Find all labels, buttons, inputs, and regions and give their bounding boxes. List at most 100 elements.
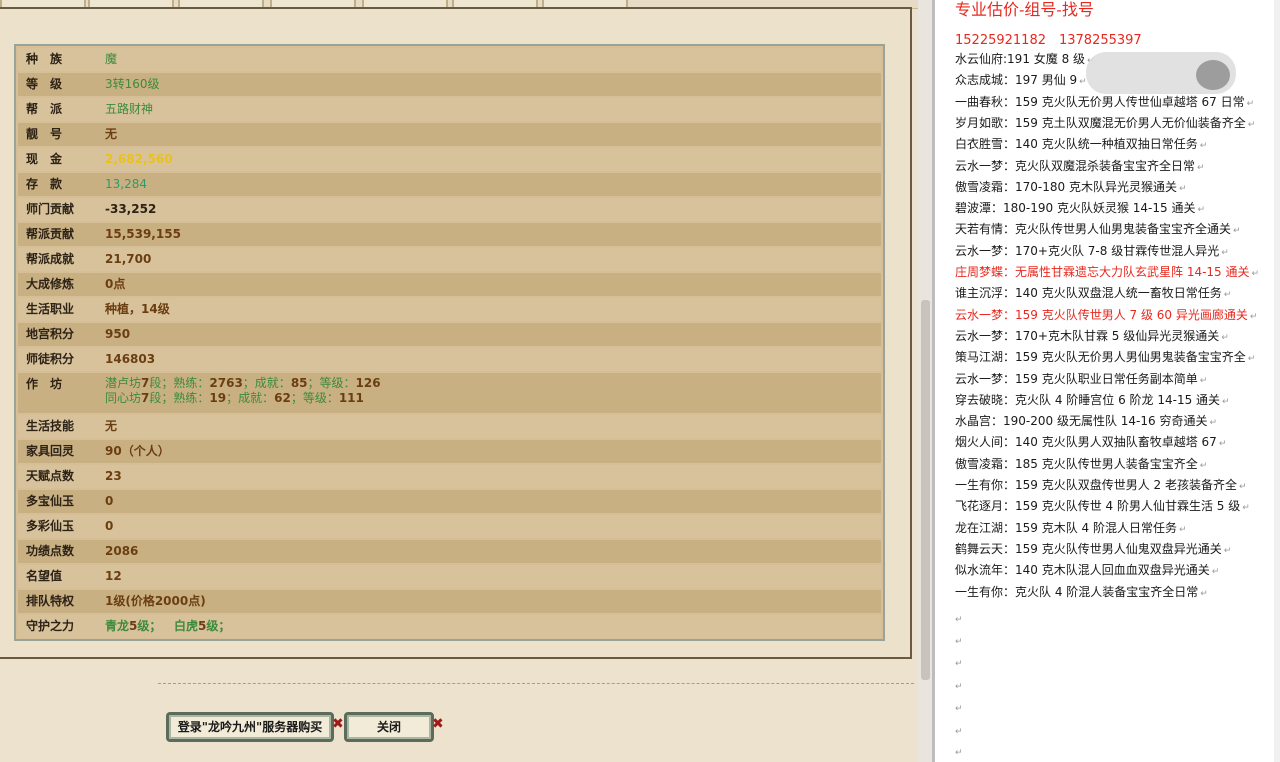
paragraph-mark-icon: ↵	[1211, 567, 1220, 578]
tab-stub[interactable]	[542, 0, 628, 7]
row-label: 守护之力	[26, 619, 75, 633]
doc-scrollbar[interactable]	[1274, 0, 1280, 762]
paragraph-mark-icon: ↵	[1242, 503, 1250, 514]
divider	[158, 683, 914, 684]
tab-stub[interactable]	[178, 0, 264, 7]
paragraph-mark-icon: ↵	[1221, 247, 1229, 258]
doc-line[interactable]: 一生有你：159 克火队双盘传世男人 2 老孩装备齐全 ↵	[955, 475, 1247, 496]
workshop-a: 62	[274, 391, 291, 405]
doc-line[interactable]: 庄周梦蝶：无属性甘霖遗忘大力队玄武星阵 14-15 通关 ↵	[955, 262, 1259, 283]
row-label: 作 坊	[26, 377, 63, 391]
workshop-name: 同心坊	[105, 391, 142, 405]
doc-line[interactable]: 云水一梦：克火队双魔混杀装备宝宝齐全日常 ↵	[955, 156, 1205, 177]
doc-line-text: 一曲春秋：159 克火队无价男人传世仙卓越塔 67 日常	[955, 94, 1245, 109]
row-label: 等 级	[26, 77, 63, 91]
row-value: 950	[105, 327, 131, 341]
paragraph-mark-icon: ↵	[1200, 588, 1208, 599]
doc-line-text: 似水流年：140 克木队混人回血血双盘异光通关	[955, 563, 1210, 578]
workshop-t1: 段；熟练：	[149, 376, 210, 390]
doc-phone-numbers: 15225921182 1378255397	[955, 33, 1142, 48]
doc-line-text: 飞花逐月：159 克火队传世 4 阶男人仙甘霖生活 5 级	[955, 499, 1241, 514]
table-row: 守护之力 青龙5级； 白虎5级；	[18, 615, 881, 638]
doc-line[interactable]: 谁主沉浮：140 克火队双盘混人统一畜牧日常任务 ↵	[955, 283, 1231, 304]
doc-line[interactable]: 一曲春秋：159 克火队无价男人传世仙卓越塔 67 日常 ↵	[955, 92, 1254, 113]
table-row: 排队特权 1级(价格2000点)	[18, 590, 881, 613]
row-label: 生活技能	[26, 419, 75, 433]
close-x-icon: ✖	[332, 716, 344, 732]
tab-stub[interactable]	[362, 0, 448, 7]
row-label: 存 款	[26, 177, 63, 191]
doc-line-text: 谁主沉浮：140 克火队双盘混人统一畜牧日常任务	[955, 286, 1222, 301]
row-label: 名望值	[26, 569, 63, 583]
doc-title: 专业估价-组号-找号	[955, 0, 1094, 19]
table-row: 帮 派 五路财神	[18, 98, 881, 121]
table-row: 师徒积分 146803	[18, 348, 881, 371]
paragraph-mark-icon: ↵	[1221, 332, 1229, 343]
row-value: 13,284	[105, 177, 147, 191]
login-server-purchase-button[interactable]: 登录"龙吟九州"服务器购买	[166, 712, 334, 742]
paragraph-mark-icon: ↵	[1079, 77, 1087, 88]
tab-stub[interactable]	[452, 0, 538, 7]
doc-line[interactable]: 一生有你：克火队 4 阶混人装备宝宝齐全日常 ↵	[955, 582, 1208, 603]
paragraph-mark-icon: ↵	[1246, 98, 1255, 109]
doc-line-text: 天若有情：克火队传世男人仙男鬼装备宝宝齐全通关	[955, 222, 1232, 237]
doc-line[interactable]: 天若有情：克火队传世男人仙男鬼装备宝宝齐全通关 ↵	[955, 219, 1241, 240]
paragraph-mark-icon: ↵	[955, 637, 963, 647]
table-row: 地宫积分 950	[18, 323, 881, 346]
tab-stub[interactable]	[270, 0, 356, 7]
workshop-line: 潜卢坊7段；熟练：2763；成就：85；等级：126	[105, 376, 381, 391]
row-label: 排队特权	[26, 594, 75, 608]
paragraph-mark-icon: ↵	[1197, 205, 1205, 216]
left-pane: 种 族魔等 级 3转160级帮 派五路财神靓 号无现 金 2,682,560 存 款1…	[0, 0, 932, 762]
doc-line[interactable]: 似水流年：140 克木队混人回血血双盘异光通关 ↵	[955, 560, 1219, 581]
guard-a_name: 青龙	[105, 619, 130, 633]
doc-line-text: 碧波潭：180-190 克火队妖灵猴 14-15 通关	[955, 201, 1196, 216]
workshop-f: 19	[209, 391, 227, 405]
doc-line-text: 一生有你：159 克火队双盘传世男人 2 老孩装备齐全	[955, 478, 1237, 492]
doc-line[interactable]: 水晶宫：190-200 级无属性队 14-16 穷奇通关 ↵	[955, 411, 1217, 432]
workshop-a: 85	[290, 376, 308, 390]
doc-line[interactable]: 龙在江湖：159 克木队 4 阶混人日常任务 ↵	[955, 518, 1187, 539]
workshop-g: 126	[355, 376, 381, 390]
doc-line[interactable]: 岁月如歌：159 克土队双魔混无价男人无价仙装备齐全 ↵	[955, 113, 1255, 134]
doc-line[interactable]: 云水一梦：159 克火队传世男人 7 级 60 异光画廊通关 ↵	[955, 305, 1257, 326]
doc-line-text: 云水一梦：克火队双魔混杀装备宝宝齐全日常	[955, 158, 1196, 173]
doc-line-text: 云水一梦：170+克火队 7-8 级甘霖传世混人异光	[955, 243, 1220, 258]
table-row: 靓 号无	[18, 123, 881, 146]
doc-line-text: 水晶宫：190-200 级无属性队 14-16 穷奇通关	[955, 414, 1208, 429]
close-button[interactable]: 关闭	[344, 712, 434, 742]
paragraph-mark-icon: ↵	[1222, 396, 1230, 407]
row-label: 种 族	[26, 52, 63, 66]
paragraph-mark-icon: ↵	[1223, 545, 1232, 556]
tab-stub[interactable]	[0, 0, 86, 7]
doc-line[interactable]: 云水一梦：170+克木队甘霖 5 级仙异光灵猴通关 ↵	[955, 326, 1229, 347]
doc-line[interactable]: 碧波潭：180-190 克火队妖灵猴 14-15 通关 ↵	[955, 198, 1205, 219]
doc-line[interactable]: 烟火人间：140 克火队男人双抽队畜牧卓越塔 67 ↵	[955, 432, 1226, 453]
left-scrollbar-thumb[interactable]	[921, 300, 930, 680]
doc-line[interactable]: 鹤舞云天：159 克火队传世男人仙鬼双盘异光通关 ↵	[955, 539, 1231, 560]
doc-line[interactable]: 云水一梦：159 克火队职业日常任务副本简单 ↵	[955, 369, 1207, 390]
paragraph-mark-icon: ↵	[1199, 460, 1208, 471]
doc-line[interactable]: 傲雪凌霜：170-180 克木队异光灵猴通关 ↵	[955, 177, 1187, 198]
doc-line[interactable]: 水云仙府:191 女魔 8 级↵	[955, 49, 1095, 70]
doc-line[interactable]: 策马江湖：159 克火队无价男人男仙男鬼装备宝宝齐全 ↵	[955, 347, 1255, 368]
row-value: 无	[105, 127, 118, 141]
row-value: 21,700	[105, 252, 152, 266]
table-row: 功绩点数 2086	[18, 540, 881, 563]
doc-line[interactable]: 傲雪凌霜：185 克火队传世男人装备宝宝齐全 ↵	[955, 454, 1207, 475]
row-value: 23	[105, 469, 122, 483]
doc-line[interactable]: 众志成城：197 男仙 9 ↵	[955, 70, 1087, 91]
guard-b_suffix: 级；	[206, 619, 231, 633]
tab-stub[interactable]	[88, 0, 174, 7]
table-row: 名望值 12	[18, 565, 881, 588]
table-row: 作 坊 潜卢坊7段；熟练：2763；成就：85；等级：126 同心坊7段；熟练：19…	[18, 373, 881, 413]
close-x-icon: ✖	[432, 716, 444, 732]
table-row: 多彩仙玉 0	[18, 515, 881, 538]
doc-line[interactable]: 飞花逐月：159 克火队传世 4 阶男人仙甘霖生活 5 级 ↵	[955, 496, 1250, 517]
row-value: 无	[105, 419, 118, 433]
doc-line[interactable]: 穿去破晓：克火队 4 阶睡宫位 6 阶龙 14-15 通关 ↵	[955, 390, 1230, 411]
doc-line[interactable]: 白衣胜雪：140 克火队统一种植双抽日常任务 ↵	[955, 134, 1207, 155]
doc-line[interactable]: 云水一梦：170+克火队 7-8 级甘霖传世混人异光 ↵	[955, 241, 1229, 262]
paragraph-mark-icon: ↵	[1249, 311, 1258, 322]
row-value: 2086	[105, 544, 139, 558]
